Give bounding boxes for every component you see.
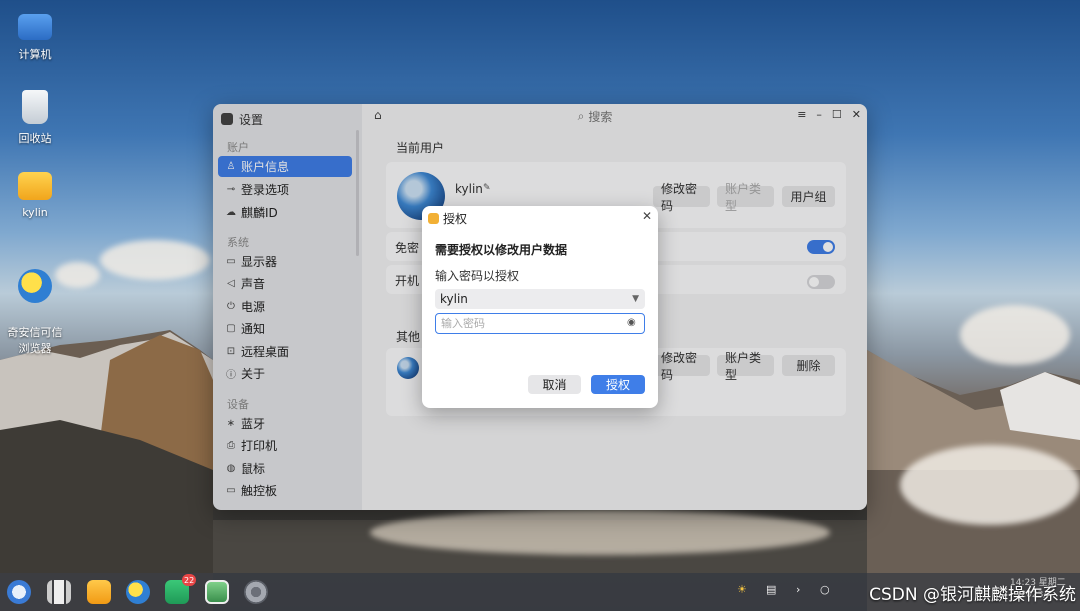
authorization-dialog: 授权 ✕ 需要授权以修改用户数据 输入密码以授权 kylin ▼ ◉ 取消 授权 [422, 206, 658, 408]
recycle-bin-icon [22, 90, 48, 124]
desktop-icon-label: 回收站 [18, 132, 52, 145]
clipboard-icon[interactable]: ▤ [766, 583, 776, 596]
desktop-icon-label: 奇安信可信 浏览器 [7, 326, 63, 355]
cancel-button[interactable]: 取消 [528, 375, 581, 394]
image-viewer-icon[interactable] [205, 580, 229, 604]
cloud [900, 445, 1080, 525]
cloud [100, 240, 210, 280]
file-manager-icon[interactable] [87, 580, 111, 604]
desktop-icon-label: 计算机 [18, 48, 52, 61]
lock-icon [428, 213, 439, 224]
dialog-heading: 需要授权以修改用户数据 [435, 243, 568, 257]
mail-unread-badge: 22 [182, 574, 197, 586]
kylin-start-icon[interactable] [7, 580, 31, 604]
folder-icon [18, 172, 52, 200]
close-icon[interactable]: ✕ [642, 209, 652, 223]
desktop-icon-kylin-folder[interactable]: kylin [0, 172, 70, 219]
desktop-icon-browser[interactable]: 奇安信可信 浏览器 [0, 253, 70, 373]
settings-icon[interactable] [244, 580, 268, 604]
multitask-icon[interactable] [47, 580, 71, 604]
csdn-watermark: CSDN @银河麒麟操作系统 [869, 585, 1076, 605]
chevron-down-icon: ▼ [632, 294, 639, 304]
user-select[interactable]: kylin ▼ [435, 289, 645, 309]
show-password-eye-icon[interactable]: ◉ [627, 317, 636, 328]
cloud [370, 510, 830, 555]
chevron-right-icon[interactable]: › [796, 583, 800, 596]
cloud [960, 305, 1070, 365]
computer-icon [18, 14, 52, 40]
brightness-icon[interactable]: ☀ [737, 583, 747, 596]
browser-icon [18, 269, 52, 303]
search-icon[interactable]: ○ [820, 583, 830, 596]
dialog-header: 授权 [428, 210, 467, 227]
desktop-icon-recycle-bin[interactable]: 回收站 [0, 90, 70, 146]
browser-icon[interactable] [126, 580, 150, 604]
authorize-button[interactable]: 授权 [591, 375, 645, 394]
password-prompt: 输入密码以授权 [435, 269, 520, 283]
desktop-icon-computer[interactable]: 计算机 [0, 10, 70, 62]
password-input[interactable] [435, 313, 645, 334]
desktop-icon-label: kylin [22, 206, 48, 219]
